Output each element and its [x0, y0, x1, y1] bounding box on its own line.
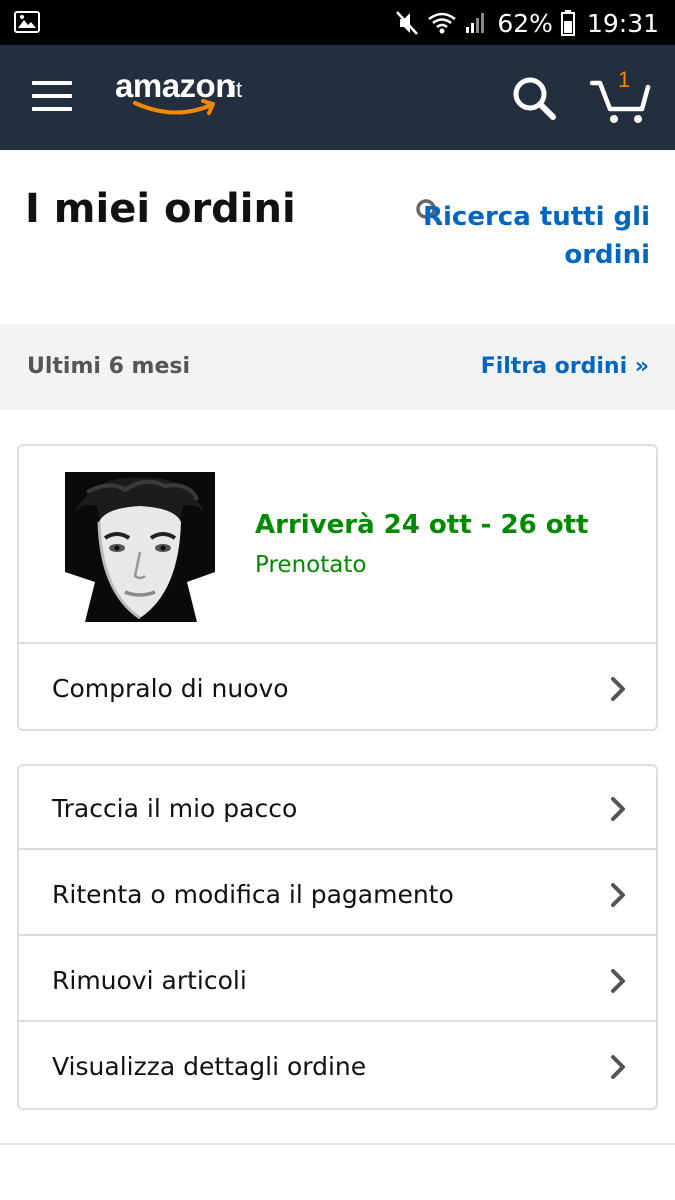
order-product[interactable]: Arriverà 24 ott - 26 ott Prenotato	[19, 446, 656, 644]
signal-icon	[466, 13, 485, 33]
search-all-line2: ordini	[564, 240, 650, 270]
amazon-logo[interactable]: amazon .it	[115, 67, 275, 127]
mute-icon	[396, 11, 419, 35]
wifi-icon	[428, 12, 457, 34]
menu-icon	[32, 81, 72, 85]
action-track-package[interactable]: Traccia il mio pacco	[19, 766, 656, 850]
delivery-estimate: Arriverà 24 ott - 26 ott	[255, 510, 589, 540]
filter-orders-link[interactable]: Filtra ordini »	[481, 354, 649, 379]
action-label: Rimuovi articoli	[52, 966, 247, 995]
status-icons: 62% 19:31	[395, 6, 659, 40]
action-remove-items[interactable]: Rimuovi articoli	[19, 938, 656, 1022]
logo-tld: .it	[225, 77, 243, 102]
buy-again-row[interactable]: Compralo di nuovo	[19, 646, 656, 730]
action-label: Traccia il mio pacco	[52, 794, 298, 823]
menu-icon-bar	[32, 107, 72, 111]
order-actions-card: Traccia il mio pacco Ritenta o modifica …	[17, 764, 658, 1110]
clock: 19:31	[586, 8, 659, 38]
action-retry-payment[interactable]: Ritenta o modifica il pagamento	[19, 852, 656, 936]
buy-again-label: Compralo di nuovo	[52, 674, 289, 703]
order-card: Arriverà 24 ott - 26 ott Prenotato Compr…	[17, 444, 658, 731]
chevron-right-icon	[611, 969, 625, 993]
filter-bar: Ultimi 6 mesi Filtra ordini »	[0, 324, 675, 410]
gallery-icon	[14, 11, 40, 37]
smile-icon	[133, 99, 215, 115]
search-icon	[513, 77, 556, 120]
status-bar: 62% 19:31	[0, 0, 675, 45]
action-label: Ritenta o modifica il pagamento	[52, 880, 454, 909]
action-view-order-details[interactable]: Visualizza dettagli ordine	[19, 1024, 656, 1108]
cart-button[interactable]: 1	[589, 67, 652, 125]
divider	[0, 1143, 675, 1145]
battery-icon	[560, 10, 575, 36]
chevron-right-icon	[611, 1055, 625, 1079]
chevron-right-icon	[611, 883, 625, 907]
chevron-right-icon	[611, 677, 625, 701]
product-thumbnail[interactable]	[65, 472, 215, 622]
search-button[interactable]	[511, 75, 557, 121]
search-all-line1: Ricerca tutti gli	[422, 202, 650, 232]
search-all-orders-link[interactable]: Ricerca tutti gli ordini	[390, 198, 650, 274]
cart-count-badge: 1	[618, 67, 631, 92]
app-header: amazon .it 1	[0, 45, 675, 150]
battery-percent: 62%	[497, 8, 553, 38]
filter-period: Ultimi 6 mesi	[27, 354, 191, 379]
order-status: Prenotato	[255, 552, 367, 578]
menu-icon-bar	[32, 94, 72, 98]
menu-button[interactable]	[32, 81, 72, 111]
page-title: I miei ordini	[25, 186, 296, 232]
action-label: Visualizza dettagli ordine	[52, 1052, 367, 1081]
chevron-right-icon	[611, 797, 625, 821]
